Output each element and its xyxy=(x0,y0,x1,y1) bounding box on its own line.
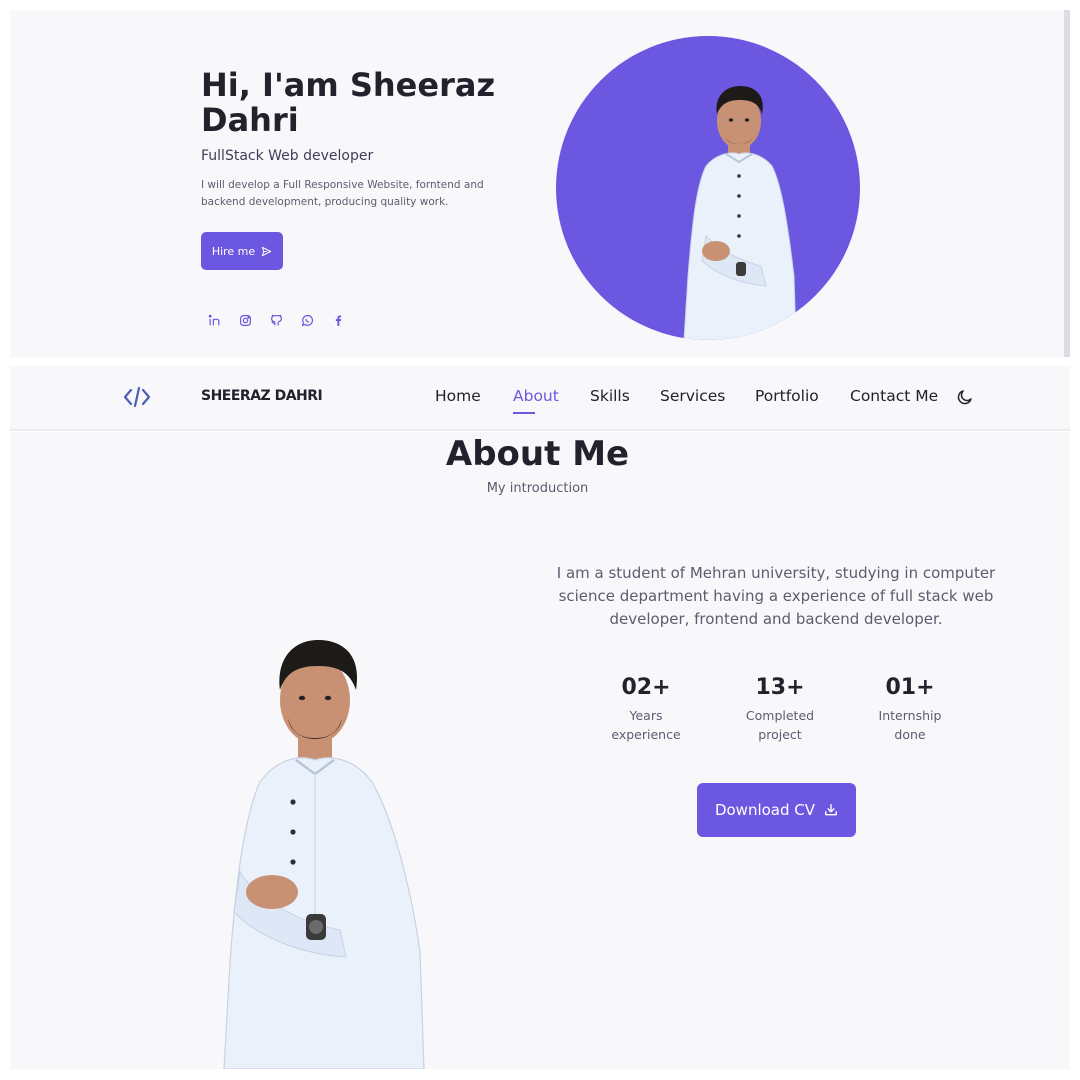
nav-link-about[interactable]: About xyxy=(513,387,559,405)
nav-link-home[interactable]: Home xyxy=(435,387,481,405)
nav-link-contact[interactable]: Contact Me xyxy=(850,387,938,405)
stat-internship: 01+ Internship done xyxy=(850,674,970,744)
active-nav-indicator xyxy=(513,412,535,414)
brand-name[interactable]: SHEERAZ DAHRI xyxy=(201,388,323,404)
stat-number: 01+ xyxy=(885,675,935,700)
hire-me-button[interactable]: Hire me xyxy=(201,232,283,270)
send-icon xyxy=(262,246,272,256)
download-cv-label: Download CV xyxy=(714,801,816,819)
stat-number: 02+ xyxy=(621,675,671,700)
stat-number: 13+ xyxy=(755,675,805,700)
linkedin-icon[interactable] xyxy=(207,313,222,328)
github-icon[interactable] xyxy=(269,313,284,328)
person-photo xyxy=(683,86,797,340)
hero-title: Hi, I'am Sheeraz Dahri xyxy=(201,66,496,139)
nav-link-portfolio[interactable]: Portfolio xyxy=(755,387,819,405)
instagram-icon[interactable] xyxy=(238,313,253,328)
nav-link-skills[interactable]: Skills xyxy=(590,387,630,405)
about-description: I am a student of Mehran university, stu… xyxy=(556,564,996,628)
nav-link-services[interactable]: Services xyxy=(660,387,725,405)
social-links xyxy=(207,313,346,328)
hero-avatar xyxy=(556,36,860,340)
facebook-icon[interactable] xyxy=(331,313,346,328)
moon-icon[interactable] xyxy=(956,388,974,406)
about-subtitle: My introduction xyxy=(486,481,589,496)
hero-subtitle: FullStack Web developer xyxy=(201,148,374,164)
scrollbar[interactable] xyxy=(1064,10,1070,357)
stat-label: Completed project xyxy=(745,708,815,742)
hero-description: I will develop a Full Responsive Website… xyxy=(201,179,484,208)
navbar: SHEERAZ DAHRI Home About Skills Services… xyxy=(10,366,1070,431)
stat-label: Years experience xyxy=(611,708,681,742)
about-section: About Me My introduction I am a student … xyxy=(10,432,1070,1069)
code-icon[interactable] xyxy=(123,386,151,408)
about-photo xyxy=(223,640,425,1069)
stat-label: Internship done xyxy=(878,708,942,742)
download-icon xyxy=(825,804,837,816)
stat-years: 02+ Years experience xyxy=(586,674,706,744)
download-cv-button[interactable]: Download CV xyxy=(697,783,856,837)
stat-projects: 13+ Completed project xyxy=(720,674,840,744)
hero-section: Hi, I'am Sheeraz Dahri FullStack Web dev… xyxy=(10,10,1070,357)
hire-me-label: Hire me xyxy=(211,244,256,258)
whatsapp-icon[interactable] xyxy=(300,313,315,328)
about-title: About Me xyxy=(445,434,630,474)
